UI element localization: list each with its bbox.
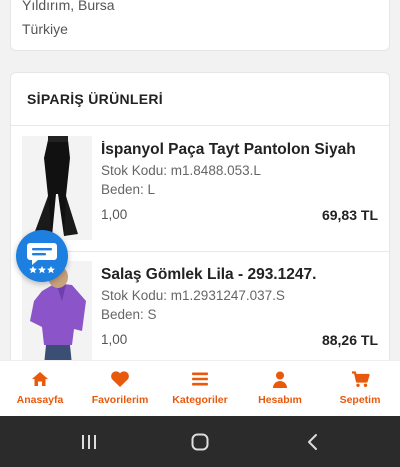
back-chevron-icon [308,434,317,450]
nav-cart[interactable]: Sepetim [320,361,400,416]
home-icon [30,370,50,388]
price: 88,26 TL [321,332,378,348]
stock-code: Stok Kodu: m1.8488.053.L [101,163,261,178]
shipping-address-card: Yıldırım, Bursa Türkiye [10,0,390,51]
nav-label: Anasayfa [16,394,64,406]
nav-label: Hesabım [258,394,302,406]
product-image[interactable] [22,136,92,240]
cart-icon [350,370,370,388]
user-icon [270,370,290,388]
nav-account[interactable]: Hesabım [240,361,320,416]
system-navigation-bar [0,416,400,467]
nav-categories[interactable]: Kategoriler [160,361,240,416]
size: Beden: S [101,307,157,322]
home-circle-icon [191,433,209,451]
nav-favorites[interactable]: Favorilerim [80,361,160,416]
review-chat-button[interactable] [16,230,68,282]
recent-apps-button[interactable] [76,430,102,454]
quantity: 1,00 [101,207,128,222]
recent-apps-icon [82,435,96,449]
chat-rating-icon [27,243,57,274]
menu-icon [190,370,210,388]
stock-code: Stok Kodu: m1.2931247.037.S [101,288,285,303]
product-name[interactable]: Salaş Gömlek Lila - 293.1247. [101,266,367,284]
size: Beden: L [101,182,156,197]
home-system-button[interactable] [187,430,213,454]
address-country-line: Türkiye [22,21,68,37]
nav-label: Kategoriler [172,394,228,406]
address-city-line: Yıldırım, Bursa [22,0,115,13]
back-system-button[interactable] [300,430,326,454]
nav-label: Favorilerim [91,394,149,406]
bottom-navigation: Anasayfa Favorilerim Kategoriler Hesabım… [0,360,400,416]
nav-home[interactable]: Anasayfa [0,361,80,416]
section-title: SİPARİŞ ÜRÜNLERİ [27,91,163,107]
product-name[interactable]: İspanyol Paça Tayt Pantolon Siyah [101,141,367,159]
quantity: 1,00 [101,332,128,347]
price: 69,83 TL [321,207,378,223]
nav-label: Sepetim [339,394,381,406]
heart-icon [110,370,130,388]
